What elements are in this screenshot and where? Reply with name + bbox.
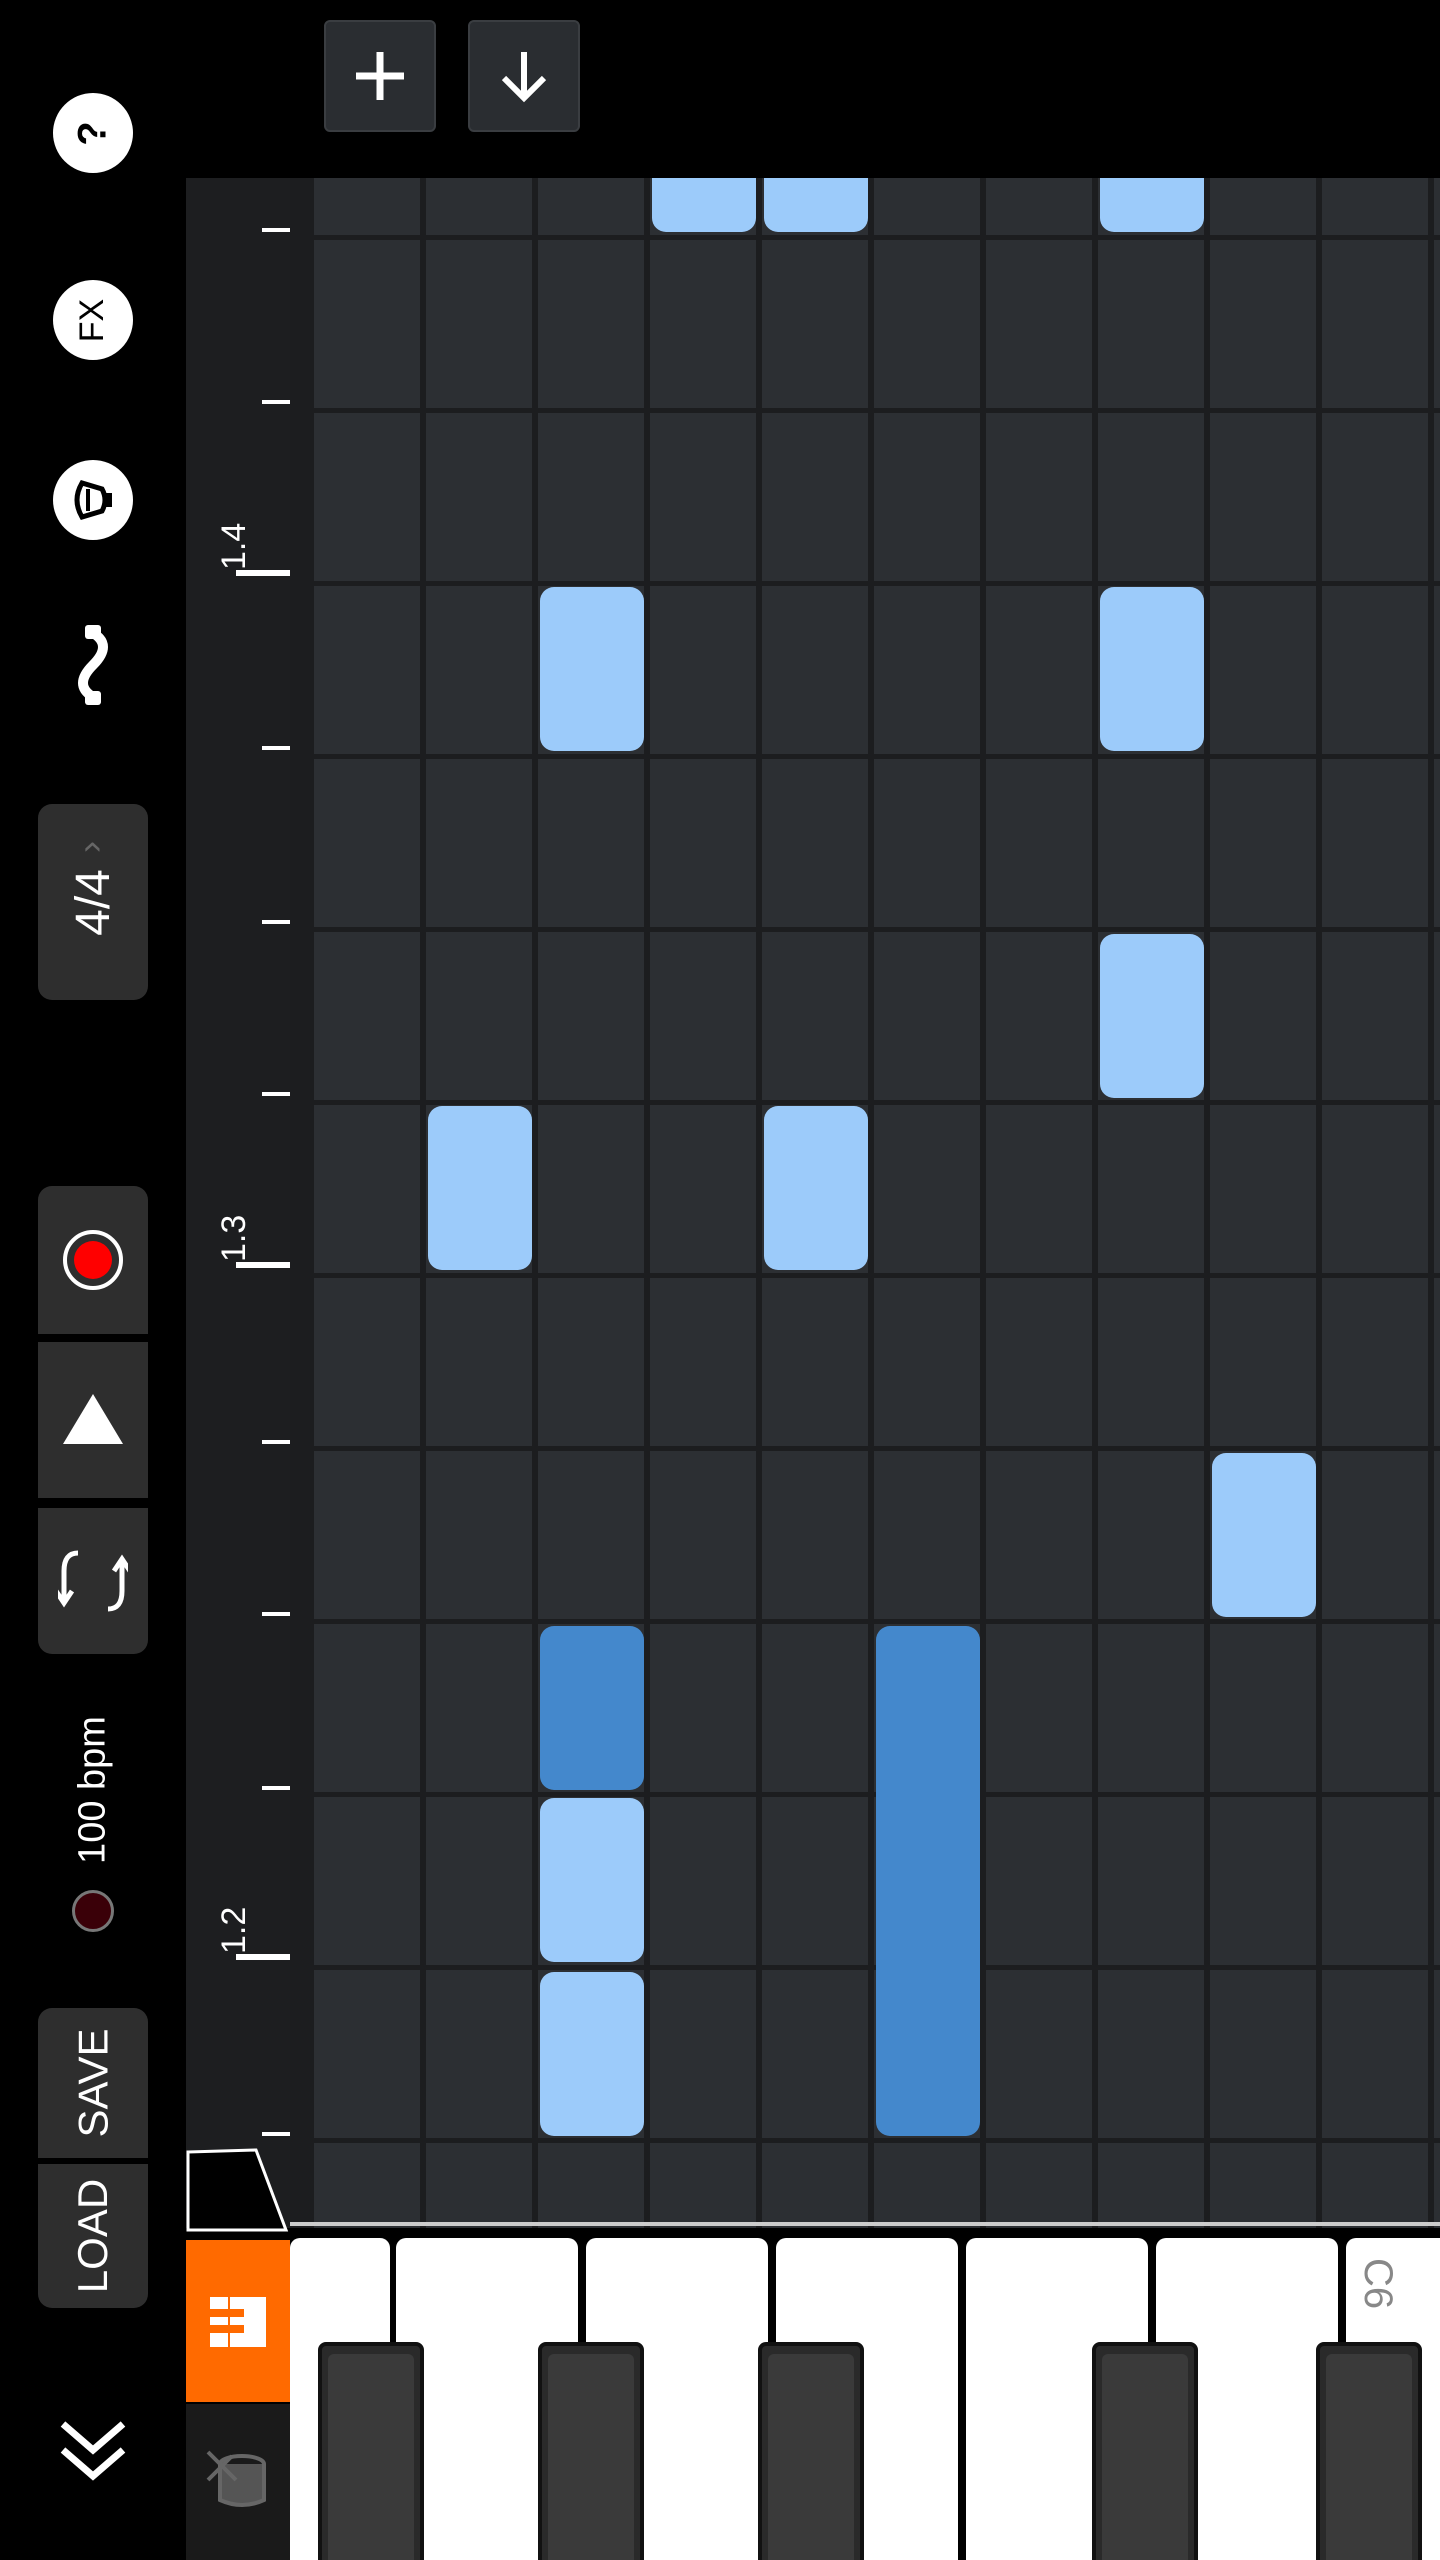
note[interactable] [1212, 1453, 1316, 1617]
grid-column [986, 178, 1092, 2228]
ruler-tick-major [236, 1954, 290, 1960]
cable-icon [78, 625, 108, 705]
down-button[interactable] [468, 20, 580, 132]
grid-row-line [290, 1273, 1440, 1278]
play-icon [63, 1394, 123, 1444]
ruler-tick [262, 920, 290, 924]
note[interactable] [540, 1798, 644, 1962]
grid-column [1434, 178, 1440, 2228]
grid-row-line [290, 1619, 1440, 1624]
grid-row-line [290, 235, 1440, 240]
note-selected[interactable] [540, 1626, 644, 1790]
corner-handle-icon [186, 2148, 289, 2232]
piano-black-key[interactable] [758, 2342, 864, 2560]
add-button[interactable] [324, 20, 436, 132]
grid-row-line [290, 1792, 1440, 1797]
piano-roll-grid[interactable] [290, 178, 1440, 2228]
piano-tab[interactable] [186, 2240, 290, 2402]
save-label: SAVE [69, 2028, 116, 2138]
collapse-button[interactable] [53, 2410, 133, 2490]
loop-button[interactable] [38, 1508, 148, 1654]
piano-black-key[interactable] [318, 2342, 424, 2560]
piano-icon [210, 2297, 266, 2347]
drum-icon [206, 2450, 266, 2507]
save-button[interactable]: SAVE [38, 2008, 148, 2158]
note-selected[interactable] [876, 1626, 980, 2136]
note[interactable] [540, 1972, 644, 2136]
instrument-button[interactable] [53, 460, 133, 540]
piano-black-key[interactable] [1316, 2342, 1422, 2560]
note[interactable] [540, 587, 644, 751]
ruler-tick-major [236, 1262, 290, 1268]
help-label: ? [70, 120, 115, 146]
ruler-tick [262, 400, 290, 404]
arrow-down-icon [501, 52, 547, 103]
ruler-tick [262, 228, 290, 232]
ruler-tick [262, 1092, 290, 1096]
double-chevron-down-icon [60, 2421, 126, 2481]
drum-tab[interactable] [186, 2404, 290, 2560]
grid-row-line [290, 1965, 1440, 1970]
grid-column [1322, 178, 1428, 2228]
grid-row-line [290, 1100, 1440, 1105]
tempo-indicator [72, 1890, 114, 1932]
note[interactable] [428, 1106, 532, 1270]
grid-row-line [290, 2138, 1440, 2143]
cable-button[interactable] [53, 625, 133, 705]
ruler-tick [262, 2132, 290, 2136]
loop-icon [58, 1550, 128, 1612]
load-label: LOAD [69, 2178, 116, 2294]
ruler-label: 1.4 [215, 522, 253, 570]
grid-row-line [290, 754, 1440, 759]
note[interactable] [652, 178, 756, 232]
record-icon [63, 1230, 123, 1290]
note[interactable] [1100, 587, 1204, 751]
fx-button[interactable]: FX [53, 280, 133, 360]
ruler-tick-major [236, 570, 290, 576]
ruler-label: 1.2 [215, 1906, 253, 1954]
grid-row-line [290, 1446, 1440, 1451]
load-button[interactable]: LOAD [38, 2164, 148, 2308]
tempo-label: 100 bpm [71, 1716, 114, 1864]
grid-row-line [290, 581, 1440, 586]
ruler-label: 1.3 [215, 1214, 253, 1262]
record-button[interactable] [38, 1186, 148, 1334]
grid-row-line [290, 408, 1440, 413]
piano-keyboard: C6 [290, 2232, 1440, 2560]
plus-icon [356, 52, 404, 100]
tempo-wrapper[interactable]: 100 bpm [72, 1716, 114, 1864]
grid-row-line [290, 927, 1440, 932]
note[interactable] [764, 1106, 868, 1270]
note[interactable] [1100, 178, 1204, 232]
sidebar: ? FX 4/4 › 100 bpm SAVE LOAD [0, 0, 186, 2560]
zoom-handle[interactable] [186, 2148, 290, 2232]
grid-column [1210, 178, 1316, 2228]
octave-label: C6 [1356, 2258, 1400, 2310]
piano-black-key[interactable] [538, 2342, 644, 2560]
ruler-tick [262, 1440, 290, 1444]
note[interactable] [1100, 934, 1204, 1098]
ruler-tick [262, 1612, 290, 1616]
ruler-tick [262, 1786, 290, 1790]
help-button[interactable]: ? [53, 93, 133, 173]
grid-column [1098, 178, 1204, 2228]
bell-icon [74, 480, 112, 520]
fx-label: FX [73, 298, 112, 342]
ruler-tick [262, 746, 290, 750]
grid-column [650, 178, 756, 2228]
grid-column [314, 178, 420, 2228]
chevron-right-icon: › [69, 841, 110, 853]
grid-bottom-border [290, 2222, 1440, 2226]
time-signature: 4/4 [66, 868, 120, 936]
time-signature-button[interactable]: 4/4 › [38, 804, 148, 1000]
note[interactable] [764, 178, 868, 232]
piano-black-key[interactable] [1092, 2342, 1198, 2560]
play-button[interactable] [38, 1342, 148, 1498]
